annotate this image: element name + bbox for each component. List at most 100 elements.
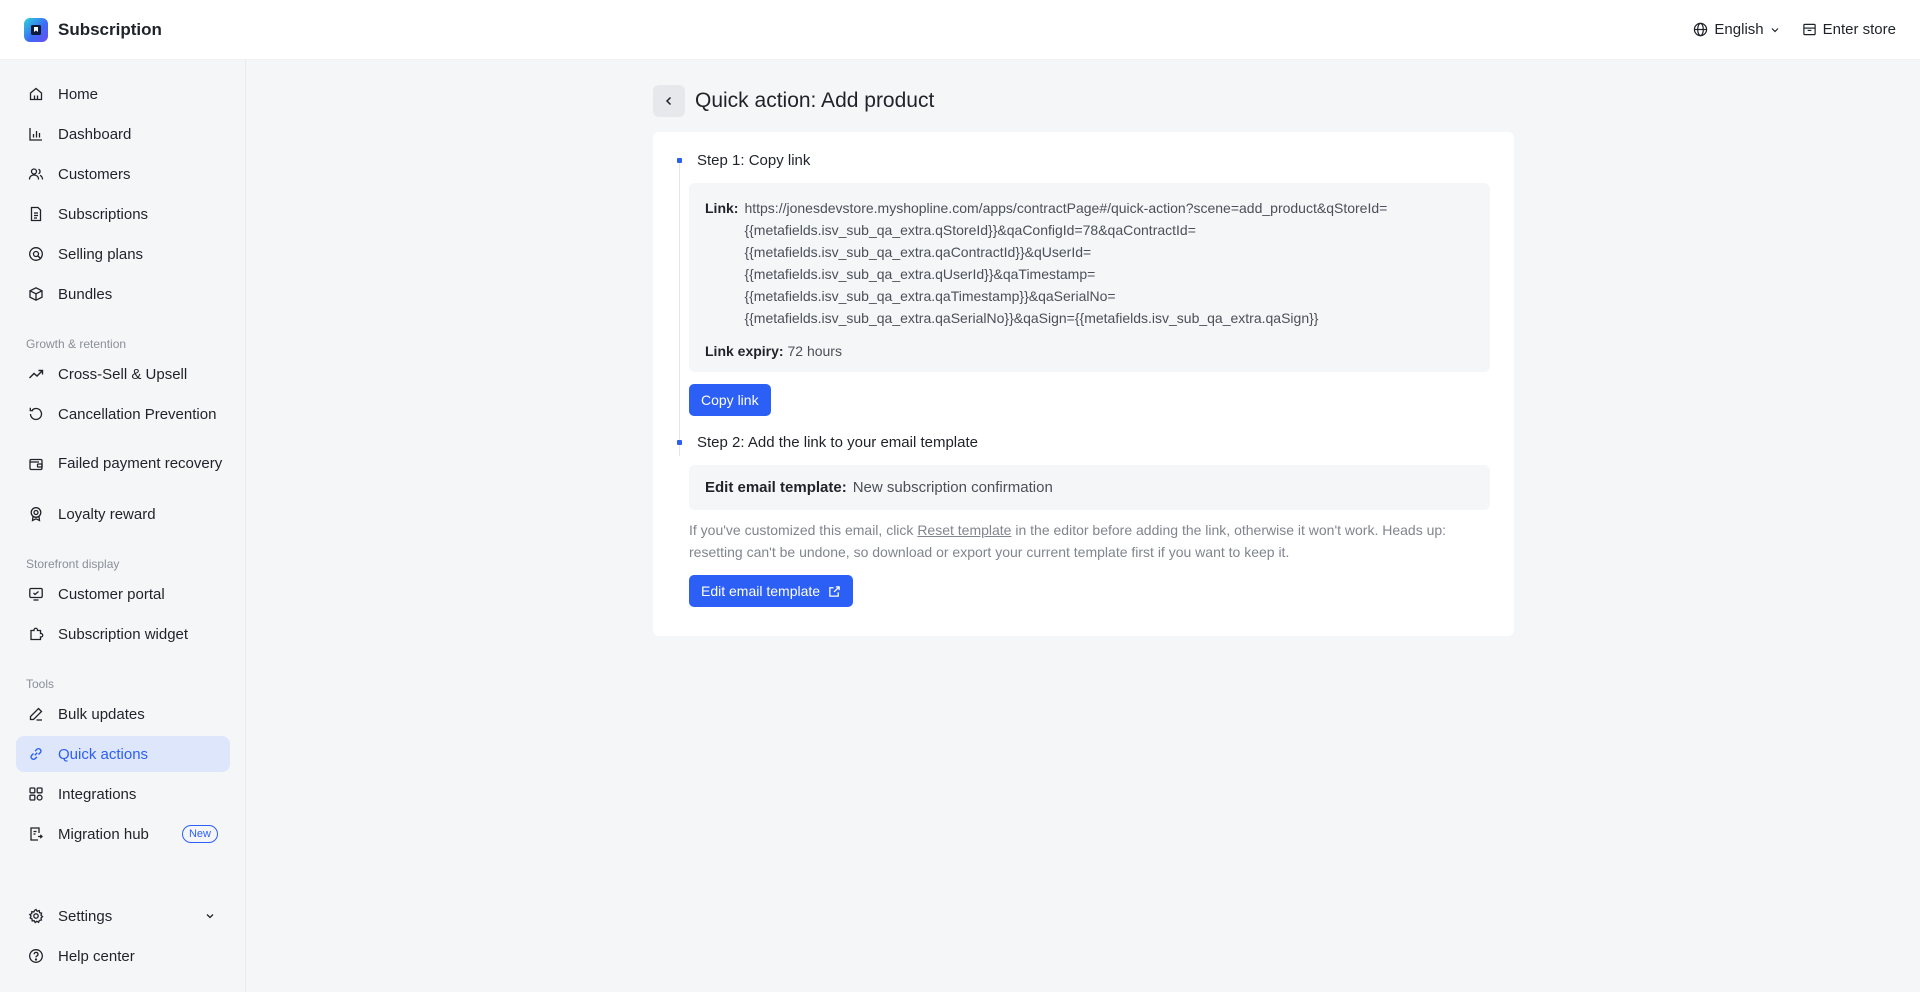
language-selector[interactable]: English [1693, 21, 1779, 38]
sidebar-item-subscriptions[interactable]: Subscriptions [16, 196, 230, 232]
chevron-left-icon [665, 96, 672, 106]
sidebar-item-migration-hub[interactable]: Migration hub New [16, 816, 230, 852]
chevron-down-icon [1771, 27, 1779, 32]
link-expiry-value: 72 hours [787, 343, 842, 359]
sidebar-item-home[interactable]: Home [16, 76, 230, 112]
sidebar-item-settings[interactable]: Settings [16, 898, 230, 934]
app-logo-icon [24, 17, 48, 42]
help-icon [29, 949, 43, 963]
sidebar-item-customer-portal[interactable]: Customer portal [16, 576, 230, 612]
app-title: Subscription [58, 19, 162, 39]
sidebar-item-selling-plans[interactable]: Selling plans [16, 236, 230, 272]
sidebar-item-cross-sell[interactable]: Cross-Sell & Upsell [16, 356, 230, 392]
copy-link-button[interactable]: Copy link [689, 384, 771, 416]
wallet-icon [29, 458, 43, 471]
back-button[interactable] [653, 85, 685, 117]
sidebar-item-label: Customers [58, 165, 131, 183]
link-line: {{metafields.isv_sub_qa_extra.qaTimestam… [744, 288, 1116, 304]
email-template-value: New subscription confirmation [852, 479, 1053, 496]
timeline-line [679, 162, 680, 456]
section-title-tools: Tools [26, 677, 55, 691]
external-link-icon [829, 585, 840, 597]
section-title-growth: Growth & retention [26, 337, 127, 351]
step-1-marker [677, 158, 682, 163]
link-value[interactable]: https://jonesdevstore.myshopline.com/app… [744, 197, 1387, 329]
sidebar-item-subscription-widget[interactable]: Subscription widget [16, 616, 230, 652]
edit-email-template-label: Edit email template [701, 583, 821, 599]
grid-icon [29, 787, 43, 801]
link-expiry: Link expiry: 72 hours [705, 341, 1474, 361]
page-title: Quick action: Add product [695, 89, 935, 112]
migrate-icon [30, 827, 43, 841]
sidebar-item-integrations[interactable]: Integrations [16, 776, 230, 812]
sidebar-item-dashboard[interactable]: Dashboard [16, 116, 230, 152]
link-box: Link: https://jonesdevstore.myshopline.c… [689, 183, 1490, 372]
sidebar-item-label: Subscription widget [58, 625, 189, 643]
email-template-box: Edit email template: New subscription co… [689, 465, 1490, 510]
reset-template-note: If you've customized this email, click R… [689, 519, 1489, 563]
top-bar: Subscription English Enter store [0, 0, 1920, 60]
trending-up-icon [29, 369, 44, 379]
step-2-title: Step 2: Add the link to your email templ… [697, 434, 978, 451]
link-icon [30, 748, 42, 760]
sidebar-item-label: Settings [58, 907, 113, 925]
enter-store-button[interactable]: Enter store [1802, 21, 1896, 38]
link-label: Link: [705, 200, 739, 216]
sidebar-item-label: Subscriptions [58, 205, 149, 223]
link-line: {{metafields.isv_sub_qa_extra.qaSerialNo… [744, 310, 1319, 326]
award-icon [30, 507, 42, 522]
edit-email-template-button[interactable]: Edit email template [689, 575, 854, 607]
puzzle-icon [30, 627, 44, 641]
sidebar-item-quick-actions[interactable]: Quick actions [16, 736, 230, 772]
sidebar-item-help-center[interactable]: Help center [16, 938, 230, 974]
sidebar-item-label: Bulk updates [58, 705, 145, 723]
users-icon [28, 168, 44, 180]
new-badge: New [181, 825, 218, 843]
sidebar-item-label: Cross-Sell & Upsell [58, 365, 188, 383]
sidebar-item-label: Cancellation Prevention [58, 405, 217, 423]
sidebar-item-failed-payment-recovery[interactable]: Failed payment recovery [16, 442, 230, 486]
email-template-label: Edit email template: [705, 479, 847, 496]
reset-template-link[interactable]: Reset template [917, 522, 1011, 538]
chevron-down-icon [206, 914, 214, 919]
sidebar-item-label: Loyalty reward [58, 505, 156, 523]
sidebar-item-label: Failed payment recovery [58, 455, 223, 472]
brand[interactable]: Subscription [24, 17, 162, 42]
section-title-storefront: Storefront display [26, 557, 120, 571]
step-1-title: Step 1: Copy link [697, 152, 811, 169]
sidebar-item-label: Integrations [58, 785, 137, 803]
sidebar-item-label: Migration hub [58, 825, 149, 843]
sidebar-item-label: Customer portal [58, 585, 165, 603]
page-header: Quick action: Add product [653, 85, 934, 117]
monitor-icon [29, 587, 43, 601]
link-line: {{metafields.isv_sub_qa_extra.qUserId}}&… [744, 266, 1096, 282]
pen-icon [29, 707, 43, 721]
sidebar-item-cancellation-prevention[interactable]: Cancellation Prevention [16, 396, 230, 432]
box-icon [29, 287, 43, 301]
sidebar-item-loyalty-reward[interactable]: Loyalty reward [16, 496, 230, 532]
sidebar-item-label: Quick actions [58, 745, 149, 763]
sidebar-item-label: Help center [58, 947, 135, 965]
link-line: https://jonesdevstore.myshopline.com/app… [744, 200, 1388, 216]
gear-icon [28, 908, 44, 924]
language-label: English [1714, 21, 1764, 38]
link-line: {{metafields.isv_sub_qa_extra.qaContract… [744, 244, 1092, 260]
sidebar-item-label: Selling plans [58, 245, 144, 263]
sidebar-item-customers[interactable]: Customers [16, 156, 230, 192]
quick-action-card: Step 1: Copy link Link: https://jonesdev… [653, 132, 1514, 636]
enter-store-label: Enter store [1822, 21, 1896, 38]
store-icon [1802, 23, 1816, 36]
refresh-icon [29, 407, 43, 421]
sidebar-item-label: Bundles [58, 285, 113, 303]
sidebar-item-bundles[interactable]: Bundles [16, 276, 230, 312]
sidebar: Home Dashboard Customers Subscriptions S… [0, 60, 246, 992]
sidebar-item-bulk-updates[interactable]: Bulk updates [16, 696, 230, 732]
home-icon [29, 87, 43, 101]
link-expiry-label: Link expiry: [705, 343, 784, 359]
link-line: {{metafields.isv_sub_qa_extra.qStoreId}}… [744, 222, 1196, 238]
document-icon [30, 206, 42, 222]
sidebar-item-label: Home [58, 85, 99, 103]
bar-chart-icon [29, 128, 42, 141]
globe-icon [1694, 22, 1708, 37]
sidebar-item-label: Dashboard [58, 125, 132, 143]
